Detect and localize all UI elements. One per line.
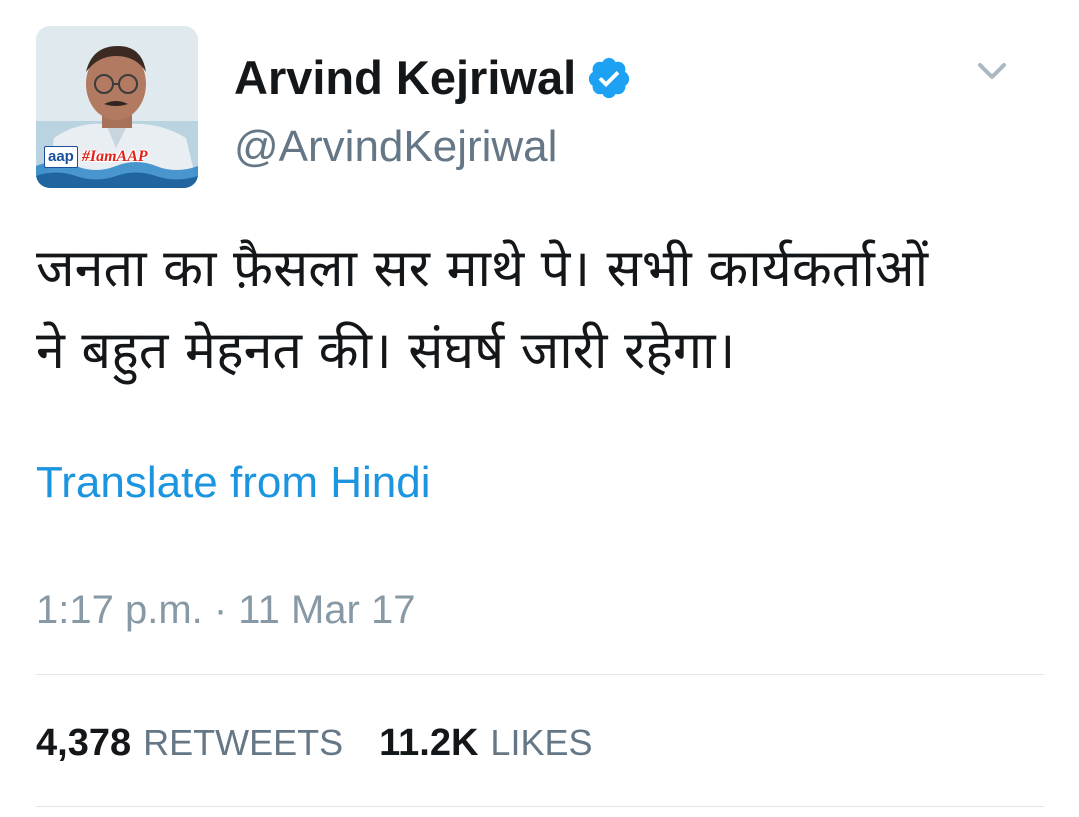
- avatar-hashtag: #IamAAP: [81, 148, 148, 165]
- likes-count: 11.2K: [379, 722, 479, 764]
- retweets-label: RETWEETS: [143, 722, 344, 763]
- divider-top: [36, 674, 1044, 675]
- author-handle[interactable]: @ArvindKejriwal: [234, 122, 557, 172]
- retweets-count: 4,378: [36, 722, 132, 764]
- tweet-text-line-1: जनता का फ़ैसला सर माथे पे। सभी कार्यकर्त…: [36, 239, 929, 299]
- tweet-text-line-2: ने बहुत मेहनत की। संघर्ष जारी रहेगा।: [36, 321, 736, 381]
- tweet-detail: aap #IamAAP Arvind Kejriwal @ArvindKejri…: [0, 0, 1079, 817]
- chevron-down-icon[interactable]: [972, 56, 1012, 86]
- avatar[interactable]: aap #IamAAP: [36, 26, 198, 188]
- translate-link[interactable]: Translate from Hindi: [36, 458, 431, 508]
- likes-stat[interactable]: 11.2K LIKES: [379, 722, 592, 765]
- avatar-badge: aap #IamAAP: [44, 144, 192, 170]
- retweets-stat[interactable]: 4,378 RETWEETS: [36, 722, 343, 765]
- tweet-stats: 4,378 RETWEETS 11.2K LIKES: [36, 722, 628, 765]
- tweet-timestamp[interactable]: 1:17 p.m. · 11 Mar 17: [36, 588, 415, 633]
- author-display-name[interactable]: Arvind Kejriwal: [234, 50, 576, 105]
- author-name-row[interactable]: Arvind Kejriwal: [234, 50, 632, 105]
- tweet-text: जनता का फ़ैसला सर माथे पे। सभी कार्यकर्त…: [36, 228, 1046, 392]
- divider-bottom: [36, 806, 1044, 807]
- verified-badge-icon: [589, 57, 630, 98]
- aap-logo: aap: [44, 146, 78, 168]
- likes-label: LIKES: [490, 722, 593, 763]
